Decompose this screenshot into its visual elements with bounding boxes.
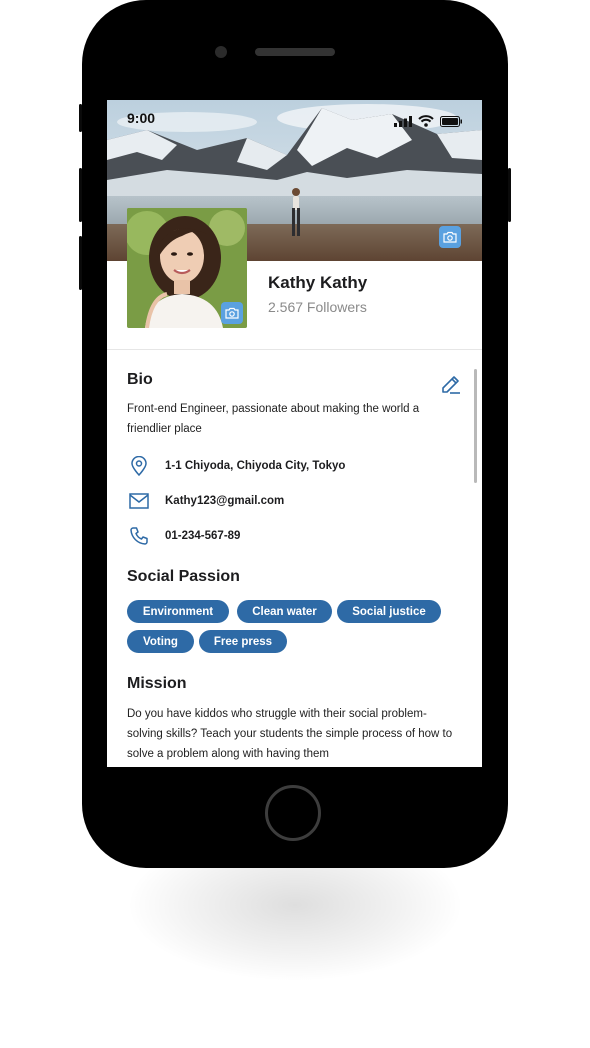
wifi-icon — [418, 112, 434, 131]
email-text[interactable]: Kathy123@gmail.com — [165, 495, 284, 507]
mail-icon — [127, 490, 151, 512]
status-icons — [394, 112, 462, 131]
location-pin-icon — [127, 455, 151, 477]
volume-down-button — [79, 236, 82, 290]
email-row: Kathy123@gmail.com — [127, 490, 284, 512]
tag-social-justice[interactable]: Social justice — [337, 600, 441, 623]
change-cover-button[interactable] — [439, 226, 461, 248]
tag-free-press[interactable]: Free press — [199, 630, 287, 653]
app-screen: 9:00 Kathy Kathy 2.567 Followers Bio Fro… — [107, 100, 482, 767]
status-bar: 9:00 — [107, 100, 482, 136]
profile-avatar — [127, 208, 247, 328]
battery-icon — [440, 112, 462, 131]
mute-switch — [79, 104, 82, 132]
followers-count: 2.567 Followers — [268, 299, 367, 315]
scrollbar-thumb[interactable] — [474, 369, 477, 483]
home-button[interactable] — [265, 785, 321, 841]
volume-up-button — [79, 168, 82, 222]
tag-environment[interactable]: Environment — [127, 600, 229, 623]
bio-title: Bio — [127, 371, 153, 388]
pencil-icon — [442, 376, 460, 394]
change-avatar-button[interactable] — [221, 302, 243, 324]
camera-icon — [443, 231, 457, 243]
cellular-signal-icon — [394, 112, 412, 131]
address-row: 1-1 Chiyoda, Chiyoda City, Tokyo — [127, 455, 345, 477]
profile-name: Kathy Kathy — [268, 273, 368, 292]
power-button — [508, 168, 511, 222]
mission-text: Do you have kiddos who struggle with the… — [127, 708, 453, 760]
front-camera — [215, 46, 227, 58]
camera-icon — [225, 307, 239, 319]
tag-clean-water[interactable]: Clean water — [237, 600, 332, 623]
bio-text: Front-end Engineer, passionate about mak… — [127, 403, 420, 435]
phone-row: 01-234-567-89 — [127, 525, 240, 547]
mission-title: Mission — [127, 675, 187, 692]
social-passion-title: Social Passion — [127, 568, 240, 585]
status-time: 9:00 — [127, 110, 156, 126]
edit-bio-button[interactable] — [439, 372, 463, 396]
earpiece-speaker — [255, 48, 335, 56]
tag-voting[interactable]: Voting — [127, 630, 194, 653]
phone-text[interactable]: 01-234-567-89 — [165, 530, 240, 542]
phone-icon — [127, 525, 151, 547]
header-divider — [107, 349, 482, 350]
address-text: 1-1 Chiyoda, Chiyoda City, Tokyo — [165, 460, 346, 472]
